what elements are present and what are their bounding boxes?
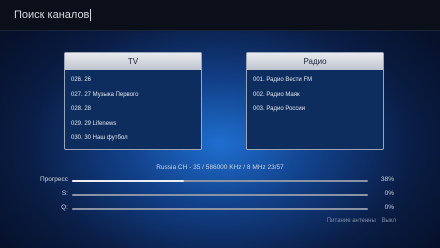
tv-channel-item[interactable]: 030. 30 Наш футбол [71, 131, 201, 146]
tv-channel-item[interactable]: 028. 28 [71, 102, 201, 117]
antenna-power-value[interactable]: Выкл [381, 218, 396, 224]
tv-channel-item[interactable]: 027. 27 Музыка Первого [71, 88, 201, 103]
radio-channel-item[interactable]: 002. Радио Маяк [253, 88, 383, 103]
tv-panel-header: TV [65, 53, 201, 70]
page-title: Поиск каналов [14, 9, 92, 21]
radio-channel-item[interactable]: 003. Радио России [253, 102, 383, 117]
tv-channel-panel[interactable]: TV 026. 26 027. 27 Музыка Первого 028. 2… [64, 52, 202, 150]
text-cursor [90, 9, 92, 21]
progress-value: 38% [380, 176, 394, 183]
progress-bar-track [72, 180, 368, 182]
page-title-text: Поиск каналов [14, 9, 90, 21]
signal-strength-track [72, 194, 368, 196]
tv-channel-item[interactable]: 026. 26 [71, 73, 201, 88]
progress-bar-fill [72, 180, 185, 182]
radio-channel-panel[interactable]: Радио 001. Радио Вести FM 002. Радио Мая… [246, 52, 384, 150]
signal-strength-value: 0% [384, 190, 394, 197]
radio-panel-header: Радио [247, 53, 383, 70]
scan-frequency-info: Russia CH - 35 / 586000 KHz / 8 MHz 23/5… [156, 164, 284, 171]
antenna-power-setting[interactable]: Питание антенны Выкл [230, 218, 396, 224]
signal-quality-value: 0% [384, 204, 394, 211]
tv-channel-item[interactable]: 029. 29 Lifenews [71, 117, 201, 132]
antenna-power-label: Питание антенны [326, 218, 376, 224]
signal-quality-label: Q: [61, 204, 68, 211]
radio-channel-list[interactable]: 001. Радио Вести FM 002. Радио Маяк 003.… [247, 70, 383, 117]
radio-channel-item[interactable]: 001. Радио Вести FM [253, 73, 383, 88]
signal-strength-label: S: [61, 190, 68, 197]
tv-channel-list[interactable]: 026. 26 027. 27 Музыка Первого 028. 28 0… [65, 70, 201, 146]
progress-label: Прогресс [39, 176, 68, 183]
title-bar: Поиск каналов [0, 0, 440, 31]
signal-quality-track [72, 208, 368, 210]
